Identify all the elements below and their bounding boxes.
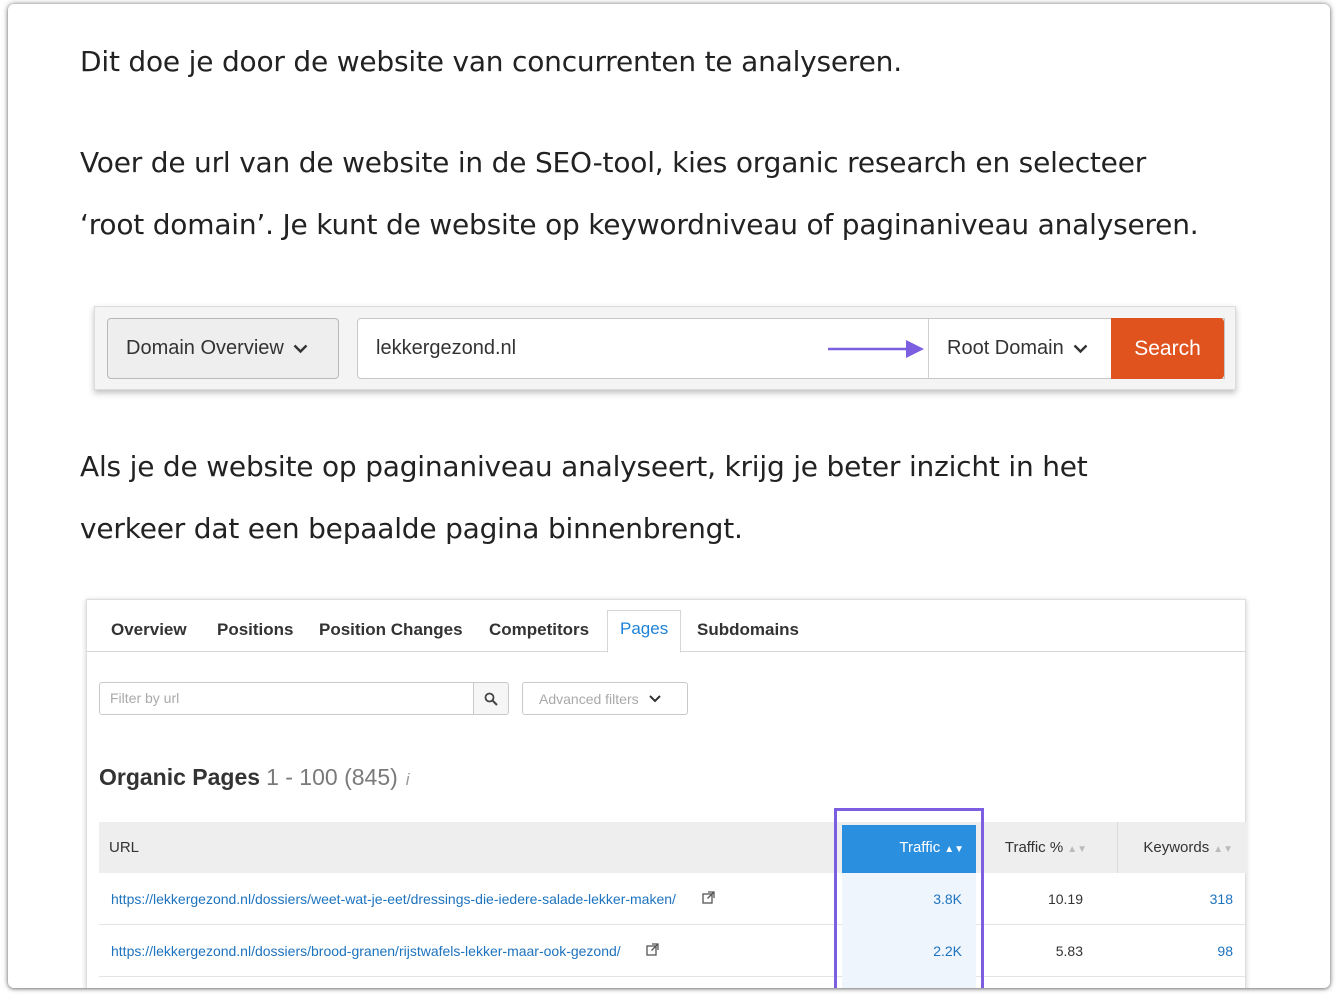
organic-pages-heading: Organic Pages xyxy=(99,764,261,790)
column-traffic-percent[interactable]: Traffic % ▲▼ xyxy=(989,822,1105,873)
tab-pages[interactable]: Pages xyxy=(607,610,682,653)
advanced-filters-dropdown[interactable]: Advanced filters xyxy=(522,682,688,715)
domain-overview-label: Domain Overview xyxy=(126,337,284,359)
page-url-link[interactable]: https://lekkergezond.nl/dossiers/brood-g… xyxy=(111,943,621,959)
paragraph-instructions-line-2: ‘root domain’. Je kunt de website op key… xyxy=(80,208,1199,241)
keywords-cell[interactable]: 318 xyxy=(1117,873,1245,925)
arrow-right-icon xyxy=(828,340,924,358)
chevron-down-icon xyxy=(648,692,661,706)
paragraph-pages: Als je de website op paginaniveau analys… xyxy=(80,436,1088,560)
tab-overview[interactable]: Overview xyxy=(111,612,187,652)
organic-pages-panel: Overview Positions Position Changes Comp… xyxy=(86,599,1247,988)
column-traffic-percent-label: Traffic % xyxy=(1004,839,1064,856)
traffic-highlight-box xyxy=(834,808,984,988)
external-link-icon[interactable] xyxy=(643,943,660,959)
chevron-down-icon xyxy=(1073,341,1088,358)
page-url-link[interactable]: https://lekkergezond.nl/dossiers/weet-wa… xyxy=(111,891,676,907)
column-keywords-label: Keywords xyxy=(1143,839,1210,856)
tab-positions[interactable]: Positions xyxy=(217,612,294,652)
table-header: URL Traffic ▲▼ Traffic % ▲▼ Keywords ▲▼ xyxy=(99,822,1247,873)
tab-competitors[interactable]: Competitors xyxy=(489,612,589,652)
page-url-cell: https://lekkergezond.nl/dossiers/weet-wa… xyxy=(111,873,715,925)
tab-subdomains[interactable]: Subdomains xyxy=(697,612,799,652)
root-domain-label: Root Domain xyxy=(947,337,1064,359)
advanced-filters-label: Advanced filters xyxy=(539,690,639,707)
traffic-percent-cell: 10.19 xyxy=(1047,891,1083,907)
column-keywords[interactable]: Keywords ▲▼ xyxy=(1117,822,1245,873)
external-link-icon[interactable] xyxy=(698,891,715,907)
paragraph-intro: Dit doe je door de website van concurren… xyxy=(80,31,902,93)
domain-input-value: lekkergezond.nl xyxy=(376,337,517,359)
root-domain-select[interactable]: Root Domain xyxy=(928,319,1114,378)
chevron-down-icon xyxy=(293,341,308,358)
domain-input[interactable]: lekkergezond.nl Root Domain xyxy=(357,318,1225,379)
seo-searchbar: Domain Overview lekkergezond.nl Root Dom… xyxy=(94,306,1236,390)
paragraph-instructions-line-1: Voer de url van de website in de SEO-too… xyxy=(80,146,1147,179)
info-icon[interactable]: i xyxy=(406,770,410,789)
table-row: https://lekkergezond.nl/dossiers/brood-g… xyxy=(99,925,1247,977)
paragraph-instructions: Voer de url van de website in de SEO-too… xyxy=(80,132,1199,256)
page-url-cell: https://lekkergezond.nl/dossiers/brood-g… xyxy=(111,925,659,977)
filter-url-input[interactable]: Filter by url xyxy=(99,682,474,715)
paragraph-pages-line-1: Als je de website op paginaniveau analys… xyxy=(80,450,1088,483)
table-row: https://lekkergezond.nl/dossiers/weet-wa… xyxy=(99,873,1247,925)
organic-pages-title: Organic Pages 1 - 100 (845) i xyxy=(99,764,410,791)
traffic-percent-cell: 5.83 xyxy=(1055,943,1083,959)
filter-search-button[interactable] xyxy=(473,682,509,715)
tab-position-changes[interactable]: Position Changes xyxy=(319,612,463,652)
report-tabs: Overview Positions Position Changes Comp… xyxy=(87,600,1245,653)
table-row-partial xyxy=(99,977,1247,988)
organic-pages-range: 1 - 100 (845) xyxy=(266,764,398,790)
search-icon xyxy=(484,692,498,706)
paragraph-pages-line-2: verkeer dat een bepaalde pagina binnenbr… xyxy=(80,512,743,545)
column-url: URL xyxy=(109,839,140,856)
search-button[interactable]: Search xyxy=(1111,318,1224,379)
paragraph-intro-text: Dit doe je door de website van concurren… xyxy=(80,45,902,78)
domain-overview-select[interactable]: Domain Overview xyxy=(107,318,339,379)
sort-icon: ▲▼ xyxy=(1213,844,1233,855)
sort-icon: ▲▼ xyxy=(1067,844,1087,855)
article-frame: Dit doe je door de website van concurren… xyxy=(8,4,1330,988)
keywords-cell[interactable]: 98 xyxy=(1117,925,1245,977)
